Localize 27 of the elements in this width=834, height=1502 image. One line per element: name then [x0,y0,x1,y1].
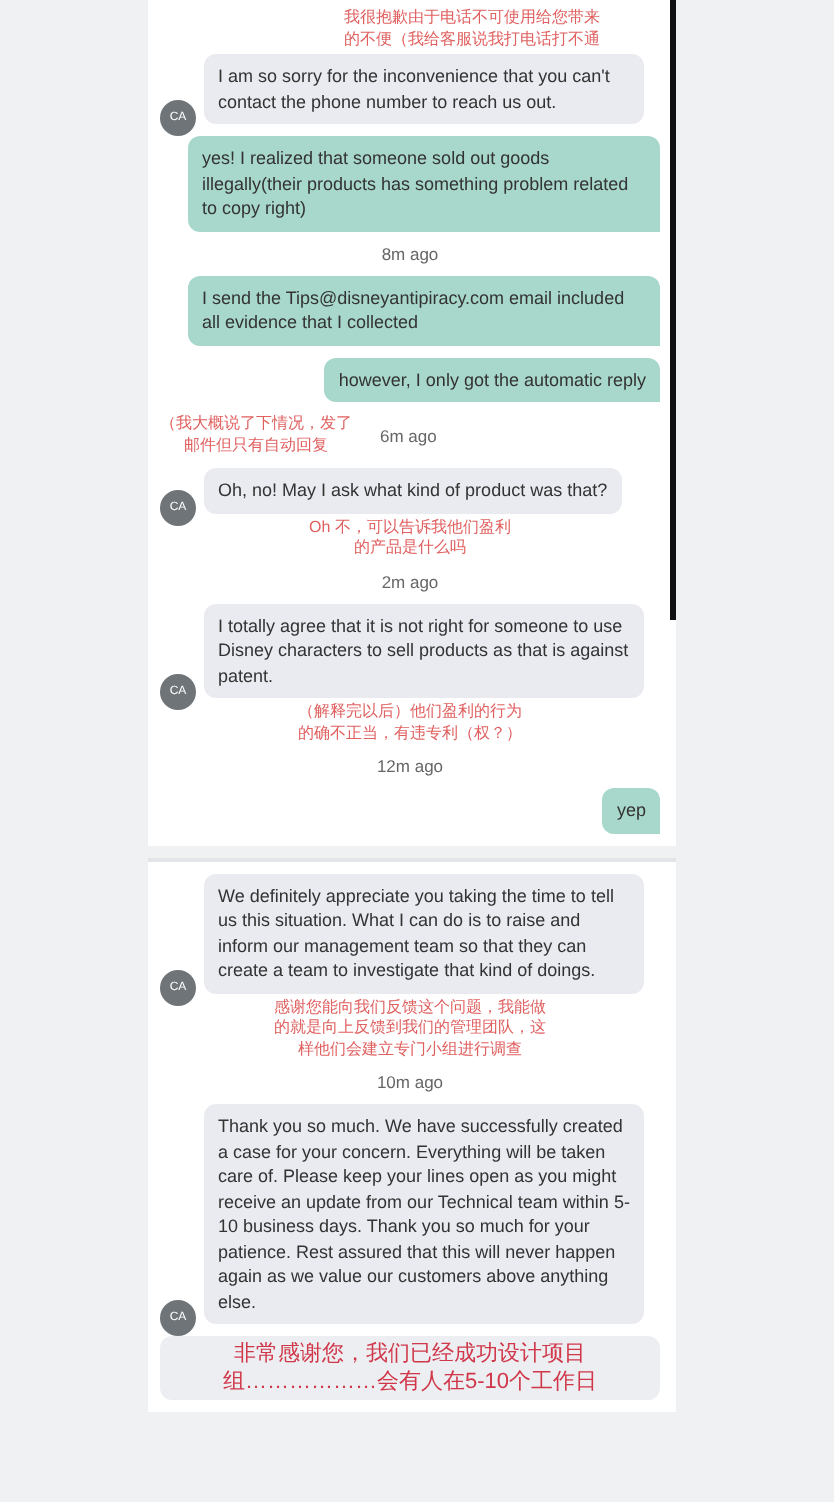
agent-message: We definitely appreciate you taking the time to tell us this situation. What I can do is to raise and inform our management team so that they can create a team to investigate that kind of doings. [204,873,644,993]
handwritten-note: 的不便（我给客服说我打电话打不通 [344,29,600,50]
user-message: however, I only got the automatic reply [324,357,660,402]
handwritten-note: 邮件但只有自动回复 [184,435,328,456]
timestamp: 8m ago [379,243,441,263]
handwritten-note: 感谢您能向我们反馈这个问题，我能做 [274,997,546,1018]
timestamp: 2m ago [379,571,441,591]
handwritten-note: 的产品是什么吗 [354,538,466,559]
agent-message: Oh, no! May I ask what kind of product was that? [204,468,622,513]
handwritten-note: 我很抱歉由于电话不可使用给您带来 [344,8,600,29]
handwritten-note: 样他们会建立专门小组进行调查 [298,1039,522,1060]
handwritten-note: （我大概说了下情况，发了 [160,414,352,435]
user-message: yes! I realized that someone sold out goods illegally(their products has something problem related to copy right) [188,136,660,231]
handwritten-note: 的确不正当，有违专利（权？） [298,723,522,744]
timestamp: 12m ago [374,756,446,776]
user-message: yep [602,788,660,833]
timestamp: 6m ago [380,425,437,445]
agent-message: I am so sorry for the inconvenience that you can't contact the phone number to reach us out. [204,54,644,124]
agent-message: Thank you so much. We have successfully created a case for your concern. Everything will be taken care of. Please keep your lines open as you might receive an update from our Technical team within 5-10 business days. Thank you so much for your patience. Rest assured that this will never happen again as we value our customers above anything else. [204,1104,644,1324]
handwritten-note: 组………………会有人在5-10个工作日 [222,1368,598,1396]
handwritten-note: 非常感谢您，我们已经成功设计项目 [234,1340,586,1368]
handwritten-note: Oh 不，可以告诉我他们盈利 [309,517,511,538]
agent-message: I totally agree that it is not right for someone to use Disney characters to sell products as that is against patent. [204,603,644,698]
timestamp: 10m ago [374,1072,446,1092]
handwritten-note: （解释完以后）他们盈利的行为 [298,702,522,723]
handwritten-note: 的就是向上反馈到我们的管理团队，这 [274,1018,546,1039]
user-message: I send the Tips@disneyantipiracy.com email included all evidence that I collected [188,275,660,345]
